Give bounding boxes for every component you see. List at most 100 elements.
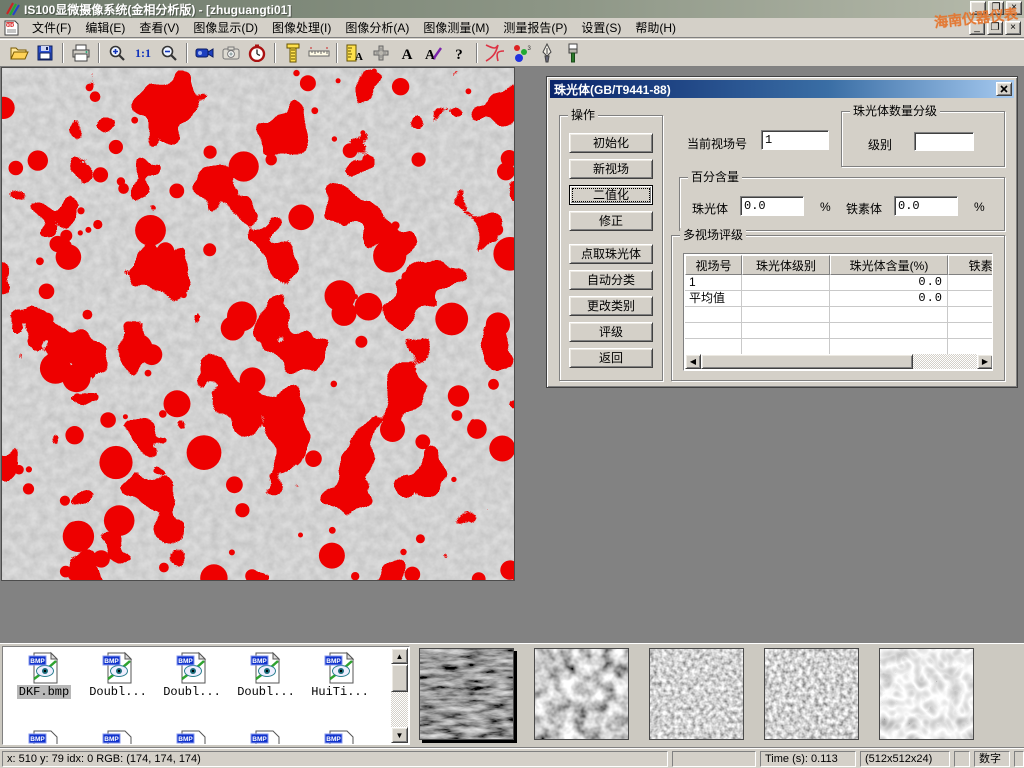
status-empty-panel (672, 751, 756, 767)
open-file-icon[interactable] (6, 41, 32, 65)
scrollbar-track[interactable] (913, 354, 977, 369)
menu-image-display[interactable]: 图像显示(D) (186, 17, 265, 38)
scroll-down-icon[interactable]: ▼ (391, 727, 408, 743)
status-end-panel (1014, 751, 1024, 767)
percent-group-label: 百分含量 (688, 170, 742, 184)
help-icon[interactable]: ? (446, 41, 472, 65)
timer-icon[interactable] (244, 41, 270, 65)
actual-size-icon[interactable]: 1:1 (130, 41, 156, 65)
bmp-file-icon[interactable]: BMP (323, 729, 357, 745)
menu-image-process[interactable]: 图像处理(I) (265, 17, 338, 38)
col-field-no: 视场号 (685, 255, 742, 275)
file-name[interactable]: Doubl... (161, 685, 223, 699)
menu-file[interactable]: 文件(F) (25, 17, 78, 38)
scroll-right-icon[interactable]: ▶ (977, 354, 993, 369)
percent-group: 百分含量 珠光体 % 铁素体 % (679, 177, 1005, 231)
auto-classify-button[interactable]: 自动分类 (569, 270, 653, 290)
caliper-icon[interactable] (280, 41, 306, 65)
cell-ferrite (948, 275, 993, 291)
toolbar-separator (98, 43, 100, 63)
zoom-out-icon[interactable] (156, 41, 182, 65)
thumbnail-4[interactable] (764, 648, 859, 740)
menu-view[interactable]: 查看(V) (132, 17, 186, 38)
thumbnail-1[interactable] (419, 648, 514, 740)
grading-group-label: 珠光体数量分级 (850, 104, 940, 118)
file-list-scrollbar[interactable]: ▲ ▼ (391, 648, 408, 743)
text-icon[interactable]: A (394, 41, 420, 65)
menu-settings[interactable]: 设置(S) (574, 17, 628, 38)
file-name[interactable]: HuiTi... (309, 685, 371, 699)
print-icon[interactable] (68, 41, 94, 65)
menu-measure-report[interactable]: 测量报告(P) (496, 17, 574, 38)
cell-pearlite: 0.0 (830, 291, 948, 307)
table-horizontal-scrollbar[interactable]: ◀ ▶ (685, 354, 993, 369)
mdi-close-icon[interactable]: × (1005, 21, 1021, 35)
minimize-icon[interactable]: _ (970, 1, 986, 15)
dialog-title-bar[interactable]: 珠光体(GB/T9441-88) (550, 80, 1014, 98)
move-cross-icon[interactable] (368, 41, 394, 65)
init-button[interactable]: 初始化 (569, 133, 653, 153)
file-item[interactable]: BMP Doubl... (81, 651, 155, 699)
zoom-in-icon[interactable] (104, 41, 130, 65)
multifield-table[interactable]: 视场号 珠光体级别 珠光体含量(%) 铁素体含量(%) 1 0.0 平均值 0.… (683, 253, 993, 371)
file-item[interactable]: BMP Doubl... (229, 651, 303, 699)
file-row-partial: BMP BMP BMP BMP BMP (7, 729, 377, 745)
menu-help[interactable]: 帮助(H) (628, 17, 683, 38)
file-item[interactable]: BMP DKF.bmp (7, 651, 81, 699)
pick-pearlite-button[interactable]: 点取珠光体 (569, 244, 653, 264)
dialog-close-icon[interactable] (996, 82, 1012, 96)
scroll-up-icon[interactable]: ▲ (391, 648, 408, 664)
change-class-button[interactable]: 更改类别 (569, 296, 653, 316)
file-name[interactable]: Doubl... (87, 685, 149, 699)
file-name[interactable]: Doubl... (235, 685, 297, 699)
return-button[interactable]: 返回 (569, 348, 653, 368)
specimen-image[interactable] (2, 68, 514, 580)
document-icon: DOC (3, 20, 21, 36)
pearlite-percent-input[interactable] (740, 196, 804, 216)
binarize-button[interactable]: 二值化 (569, 185, 653, 205)
menu-image-measure[interactable]: 图像测量(M) (416, 17, 496, 38)
brush-icon[interactable] (560, 41, 586, 65)
scrollbar-thumb[interactable] (701, 354, 913, 369)
bmp-file-icon[interactable]: BMP (101, 729, 135, 745)
bmp-file-icon[interactable]: BMP (27, 729, 61, 745)
bmp-file-icon[interactable]: BMP (175, 729, 209, 745)
save-icon[interactable] (32, 41, 58, 65)
scroll-left-icon[interactable]: ◀ (685, 354, 701, 369)
color-classify-icon[interactable]: 3 (508, 41, 534, 65)
correct-button[interactable]: 修正 (569, 211, 653, 231)
svg-text:A: A (425, 48, 436, 62)
rate-button[interactable]: 评级 (569, 322, 653, 342)
spline-icon[interactable] (482, 41, 508, 65)
menu-edit[interactable]: 编辑(E) (78, 17, 132, 38)
grade-input[interactable] (914, 132, 974, 151)
table-row[interactable]: 平均值 0.0 (685, 291, 993, 307)
measure-text-icon[interactable]: A (342, 41, 368, 65)
bmp-file-icon[interactable]: BMP (249, 729, 283, 745)
mdi-restore-icon[interactable]: ❐ (987, 21, 1003, 35)
thumbnail-5[interactable] (879, 648, 974, 740)
file-item[interactable]: BMP HuiTi... (303, 651, 377, 699)
restore-icon[interactable]: ❐ (988, 1, 1004, 15)
menu-image-analysis[interactable]: 图像分析(A) (338, 17, 416, 38)
scrollbar-thumb[interactable] (391, 664, 408, 692)
svg-text:BMP: BMP (178, 658, 193, 665)
pen-icon[interactable] (534, 41, 560, 65)
mdi-minimize-icon[interactable]: _ (969, 21, 985, 35)
ruler-icon[interactable] (306, 41, 332, 65)
thumbnail-2[interactable] (534, 648, 629, 740)
new-field-button[interactable]: 新视场 (569, 159, 653, 179)
table-inner: 视场号 珠光体级别 珠光体含量(%) 铁素体含量(%) 1 0.0 平均值 0.… (685, 255, 993, 355)
video-camera-icon[interactable] (192, 41, 218, 65)
ferrite-percent-input[interactable] (894, 196, 958, 216)
table-row-empty (685, 339, 993, 355)
close-icon[interactable]: × (1006, 1, 1022, 15)
capture-camera-icon[interactable] (218, 41, 244, 65)
annotate-text-icon[interactable]: A (420, 41, 446, 65)
current-field-input[interactable] (761, 130, 829, 150)
file-name[interactable]: DKF.bmp (17, 685, 71, 699)
table-row[interactable]: 1 0.0 (685, 275, 993, 291)
thumbnail-3[interactable] (649, 648, 744, 740)
svg-text:BMP: BMP (252, 736, 267, 743)
file-item[interactable]: BMP Doubl... (155, 651, 229, 699)
